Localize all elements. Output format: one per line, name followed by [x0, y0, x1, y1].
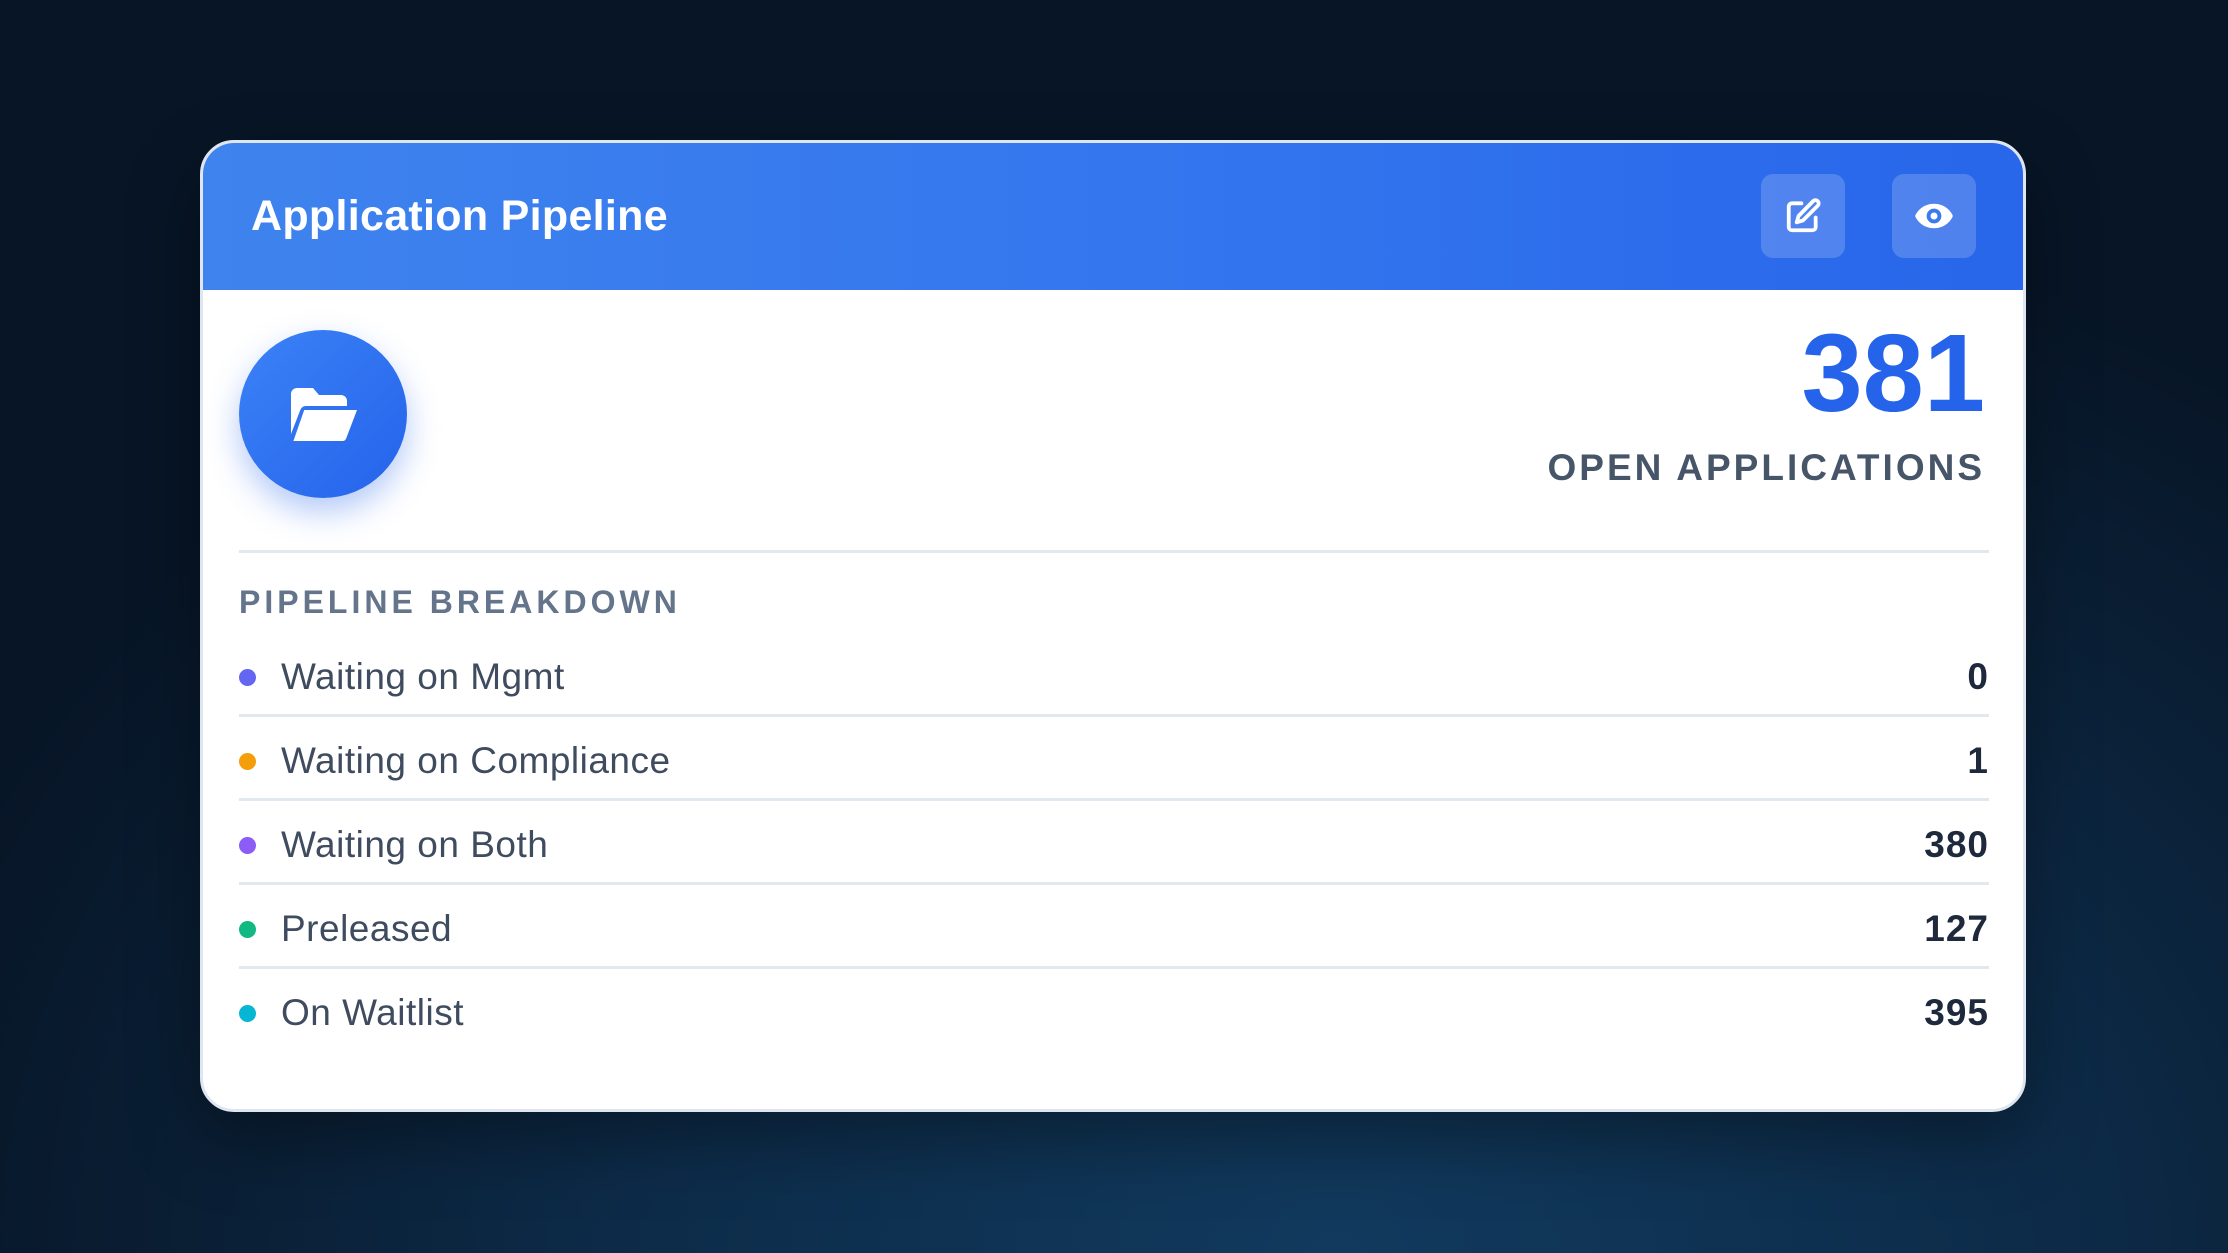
breakdown-value: 380	[1924, 824, 1989, 865]
edit-icon	[1786, 198, 1821, 233]
breakdown-row-waitlist: On Waitlist 395	[239, 969, 1989, 1053]
breakdown-label: On Waitlist	[281, 992, 464, 1033]
breakdown-row-waiting-both: Waiting on Both 380	[239, 801, 1989, 885]
breakdown-list: Waiting on Mgmt 0 Waiting on Compliance …	[239, 633, 1989, 1053]
breakdown-value: 395	[1924, 992, 1989, 1033]
card-header: Application Pipeline	[203, 143, 2023, 290]
open-applications-label: OPEN APPLICATIONS	[1547, 447, 1985, 488]
status-dot	[239, 669, 256, 686]
breakdown-label: Waiting on Compliance	[281, 740, 671, 781]
breakdown-label: Waiting on Mgmt	[281, 656, 565, 697]
pipeline-card: Application Pipeline 381 OPEN APPLICATIO…	[200, 140, 2026, 1112]
status-dot	[239, 921, 256, 938]
folder-badge	[239, 330, 407, 498]
status-dot	[239, 1005, 256, 1022]
breakdown-title: PIPELINE BREAKDOWN	[239, 584, 681, 620]
open-applications-count: 381	[1801, 312, 1985, 435]
folder-open-icon	[291, 388, 357, 442]
breakdown-row-preleased: Preleased 127	[239, 885, 1989, 969]
breakdown-value: 1	[1967, 740, 1989, 781]
edit-button[interactable]	[1761, 174, 1845, 258]
eye-icon	[1915, 203, 1953, 229]
breakdown-value: 0	[1967, 656, 1989, 697]
breakdown-label: Waiting on Both	[281, 824, 549, 865]
status-dot	[239, 753, 256, 770]
view-button[interactable]	[1892, 174, 1976, 258]
breakdown-row-waiting-compliance: Waiting on Compliance 1	[239, 717, 1989, 801]
breakdown-label: Preleased	[281, 908, 453, 949]
breakdown-value: 127	[1924, 908, 1989, 949]
divider	[239, 550, 1989, 553]
status-dot	[239, 837, 256, 854]
breakdown-row-waiting-mgmt: Waiting on Mgmt 0	[239, 633, 1989, 717]
card-title: Application Pipeline	[251, 192, 668, 240]
